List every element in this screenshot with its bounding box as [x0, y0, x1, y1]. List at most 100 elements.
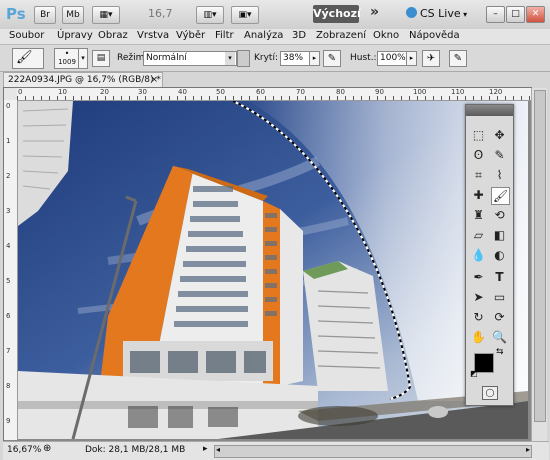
menu-upravy[interactable]: Úpravy: [57, 30, 93, 41]
ruler-h-label: 70: [296, 88, 305, 96]
eyedropper-icon[interactable]: ⌇: [491, 167, 508, 183]
horizontal-scrollbar[interactable]: ◂ ▸: [214, 445, 532, 458]
ruler-h-label: 100: [413, 88, 427, 96]
type-icon[interactable]: T: [491, 269, 508, 285]
ruler-origin[interactable]: [4, 88, 17, 100]
crop-icon[interactable]: ⌗: [470, 167, 487, 183]
menu-zobrazeni[interactable]: Zobrazení: [316, 30, 366, 41]
menu-vrstva[interactable]: Vrstva: [137, 30, 169, 41]
ruler-h-label: 10: [58, 88, 67, 96]
maximize-icon: □: [511, 9, 520, 19]
more-workspaces-icon[interactable]: »: [370, 4, 379, 20]
scroll-left-icon[interactable]: ◂: [216, 445, 220, 454]
horizontal-ruler[interactable]: 0 10 20 30 40 50 60 70 80 90 100 110 120: [17, 88, 531, 101]
shape-icon[interactable]: ▭: [491, 289, 508, 305]
menu-napoveda[interactable]: Nápověda: [409, 30, 460, 41]
status-zoom[interactable]: 16,67%: [7, 445, 41, 455]
flow-input[interactable]: 100%: [377, 51, 408, 66]
close-tab-icon[interactable]: ×: [150, 73, 158, 88]
size-pressure-toggle[interactable]: ✎: [449, 50, 467, 67]
clone-stamp-icon[interactable]: ♜: [470, 207, 487, 223]
marquee-icon[interactable]: ⬚: [470, 127, 487, 143]
status-menu-arrow[interactable]: ▸: [203, 444, 208, 454]
close-icon: ✕: [531, 9, 540, 19]
opacity-input[interactable]: 38%: [280, 51, 311, 66]
mini-bridge-button[interactable]: Mb: [62, 6, 84, 24]
zoom-icon[interactable]: 🔍: [491, 329, 508, 345]
close-button[interactable]: ✕: [526, 6, 545, 23]
view-extras-button[interactable]: ▦▾: [92, 6, 120, 24]
mode-select[interactable]: Normální ▾: [143, 51, 237, 66]
hand-icon[interactable]: ✋: [470, 329, 487, 345]
move-icon[interactable]: ✥: [491, 127, 508, 143]
brush-preset-picker[interactable]: • 1009: [54, 48, 80, 69]
ruler-v-label: 9: [6, 417, 11, 425]
swap-colors-icon[interactable]: ⇆: [496, 347, 504, 357]
opacity-label: Krytí:: [254, 53, 278, 63]
quick-select-icon[interactable]: ✎: [491, 147, 508, 163]
cs-live-button[interactable]: CS Live ▾: [406, 7, 467, 20]
healing-icon[interactable]: ✚: [470, 187, 487, 203]
view-extras-icon: ▦▾: [99, 10, 113, 20]
menu-okno[interactable]: Okno: [373, 30, 399, 41]
brush-picker-arrow[interactable]: ▾: [78, 48, 88, 69]
ruler-h-label: 0: [18, 88, 23, 96]
menu-filtr[interactable]: Filtr: [215, 30, 234, 41]
ruler-h-label: 30: [138, 88, 147, 96]
3d-rotate-icon[interactable]: ↻: [470, 309, 487, 325]
opacity-slider-arrow[interactable]: ▸: [309, 51, 320, 66]
zoom-level[interactable]: 16,7: [148, 7, 173, 20]
airbrush-toggle[interactable]: ✈: [422, 50, 440, 67]
minimize-button[interactable]: –: [486, 6, 505, 23]
application-bar: Ps Br Mb ▦▾ 16,7 ▥▾ ▣▾ Výchozí » CS Live…: [0, 0, 550, 30]
menu-bar: Soubor Úpravy Obraz Vrstva Výběr Filtr A…: [0, 29, 550, 45]
arrange-documents-button[interactable]: ▥▾: [196, 6, 224, 24]
flow-slider-arrow[interactable]: ▸: [406, 51, 417, 66]
vertical-ruler[interactable]: 0 1 2 3 4 5 6 7 8 9: [4, 100, 18, 440]
bridge-button[interactable]: Br: [34, 6, 56, 24]
opacity-pressure-button[interactable]: [237, 50, 250, 67]
ruler-v-label: 4: [6, 242, 11, 250]
menu-obraz[interactable]: Obraz: [98, 30, 128, 41]
history-brush-icon[interactable]: ⟲: [491, 207, 508, 223]
airbrush-icon: ✈: [426, 53, 436, 64]
photo: [18, 101, 528, 439]
document-tab[interactable]: 222A0934.JPG @ 16,7% (RGB/8) * ×: [3, 72, 163, 88]
eraser-icon[interactable]: ▱: [470, 227, 487, 243]
menu-analyza[interactable]: Analýza: [244, 30, 283, 41]
brush-icon[interactable]: 🖌: [491, 187, 510, 205]
quick-mask-button[interactable]: ◯: [482, 386, 498, 400]
dodge-icon[interactable]: ◐: [491, 247, 508, 263]
image-canvas[interactable]: [18, 101, 528, 439]
screen-mode-button[interactable]: ▣▾: [231, 6, 259, 24]
workspace-switcher[interactable]: Výchozí: [313, 5, 361, 23]
lasso-icon[interactable]: ʘ: [470, 147, 487, 163]
ruler-h-label: 50: [216, 88, 225, 96]
tools-panel-header[interactable]: [466, 105, 513, 116]
status-info-icon[interactable]: ⊕: [43, 443, 51, 454]
cs-live-icon: [406, 7, 417, 18]
vertical-scrollbar[interactable]: [531, 88, 547, 441]
ruler-h-label: 60: [256, 88, 265, 96]
tablet-pressure-icon: ✎: [453, 53, 463, 64]
blur-icon[interactable]: 💧: [470, 247, 487, 263]
opacity-pressure-toggle[interactable]: ✎: [323, 50, 341, 67]
gradient-icon[interactable]: ◧: [491, 227, 508, 243]
maximize-button[interactable]: □: [506, 6, 525, 23]
menu-3d[interactable]: 3D: [292, 30, 306, 41]
ruler-v-label: 7: [6, 347, 11, 355]
3d-camera-icon[interactable]: ⟳: [491, 309, 508, 325]
menu-soubor[interactable]: Soubor: [9, 30, 44, 41]
pen-icon[interactable]: ✒: [470, 269, 487, 285]
brush-panel-button[interactable]: ▤: [92, 50, 110, 67]
quick-mask-icon: ◯: [485, 388, 495, 397]
ruler-v-label: 0: [6, 102, 11, 110]
screen-mode-icon: ▣▾: [238, 10, 252, 20]
default-colors-icon[interactable]: ◩: [470, 369, 478, 378]
path-select-icon[interactable]: ➤: [470, 289, 487, 305]
tool-preset-picker[interactable]: 🖌: [12, 48, 44, 69]
ruler-h-label: 90: [375, 88, 384, 96]
menu-vyber[interactable]: Výběr: [176, 30, 205, 41]
scroll-thumb[interactable]: [534, 90, 546, 422]
scroll-right-icon[interactable]: ▸: [526, 445, 530, 454]
